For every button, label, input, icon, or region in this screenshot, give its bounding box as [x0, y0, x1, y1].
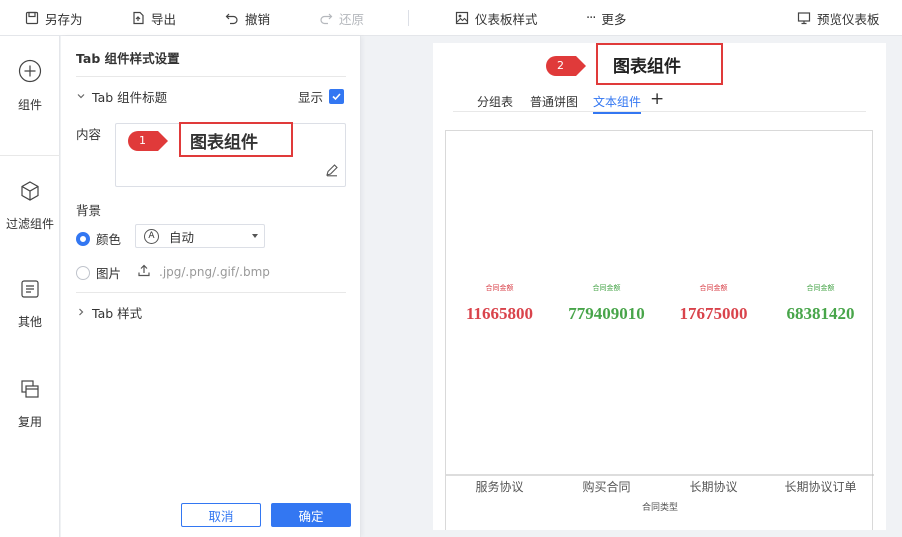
kpi-label: 合同金额 — [486, 283, 514, 292]
image-upload[interactable]: .jpg/.png/.gif/.bmp — [137, 263, 270, 280]
save-as-button[interactable]: 另存为 — [25, 0, 83, 36]
redo-button[interactable]: 还原 — [319, 0, 364, 36]
export-button[interactable]: 导出 — [131, 0, 176, 36]
ok-button[interactable]: 确定 — [271, 503, 351, 527]
image-radio-option[interactable]: 图片 — [76, 263, 121, 282]
more-dots-icon: ··· — [586, 10, 596, 26]
color-select[interactable]: A 自动 — [135, 224, 265, 248]
nav-label: 复用 — [17, 415, 42, 429]
callout-marker-2: 2 — [546, 56, 586, 76]
color-select-value: 自动 — [169, 229, 195, 245]
more-button[interactable]: ··· 更多 — [586, 0, 626, 36]
kpi-value: 68381420 — [787, 304, 855, 323]
nav-item-filter-components[interactable]: 过滤组件 — [0, 156, 60, 256]
section-label: Tab 组件标题 — [92, 90, 168, 105]
nav-item-components[interactable]: 组件 — [0, 36, 60, 136]
chart-area: 合同金额 11665800 服务协议 合同金额 779409010 购买合同 合同金额 176… — [445, 130, 874, 530]
redo-label: 还原 — [339, 11, 365, 27]
tab-title-section-header[interactable]: Tab 组件标题 — [76, 87, 167, 106]
panel-title: Tab 组件样式设置 — [76, 51, 180, 66]
save-icon — [25, 11, 39, 25]
show-label: 显示 — [297, 90, 323, 105]
monitor-icon — [797, 11, 811, 25]
check-icon — [332, 93, 341, 101]
tab-strip: 分组表 普通饼图 文本组件 + — [453, 89, 866, 114]
show-toggle[interactable]: 显示 — [298, 87, 344, 106]
tab-style-section-header[interactable]: Tab 样式 — [76, 303, 142, 322]
kpi-value: 779409010 — [568, 304, 645, 323]
document-icon — [19, 278, 41, 303]
background-label: 背景 — [76, 203, 102, 218]
undo-button[interactable]: 撤销 — [225, 0, 270, 36]
tab-style-settings-panel: Tab 组件样式设置 Tab 组件标题 显示 内容 图表组件 1 背景 颜色 A… — [61, 36, 361, 537]
dashboard-canvas: 图表组件 2 分组表 普通饼图 文本组件 + 合同金额 11665800 服务协议合… — [433, 43, 886, 530]
undo-icon — [225, 11, 239, 25]
divider — [76, 76, 346, 77]
auto-a-icon: A — [144, 228, 159, 244]
export-icon — [131, 11, 145, 25]
divider — [76, 292, 346, 293]
preview-label: 预览仪表板 — [817, 11, 880, 27]
redo-icon — [319, 11, 333, 25]
toolbar-divider — [408, 10, 409, 26]
callout-marker-1: 1 — [128, 131, 168, 151]
dashboard-style-label: 仪表板样式 — [475, 11, 538, 27]
show-checkbox[interactable] — [329, 89, 344, 104]
kpi-label: 合同金额 — [593, 283, 621, 292]
style-icon — [455, 11, 469, 25]
chart-svg: 合同金额 11665800 服务协议 合同金额 779409010 购买合同 合同金额 176… — [446, 283, 874, 513]
radio-selected[interactable] — [76, 231, 90, 246]
cancel-button[interactable]: 取消 — [181, 503, 261, 527]
radio-unselected[interactable] — [76, 265, 90, 280]
plus-circle-icon — [18, 59, 42, 86]
highlight-box-2 — [596, 43, 723, 85]
nav-label: 其他 — [17, 315, 42, 329]
color-option-label: 颜色 — [96, 232, 122, 247]
export-label: 导出 — [151, 11, 177, 27]
dashboard-style-button[interactable]: 仪表板样式 — [455, 0, 538, 36]
kpi-label: 合同金额 — [700, 283, 728, 292]
x-tick-label: 服务协议 — [475, 479, 523, 494]
kpi-label: 合同金额 — [807, 283, 835, 292]
nav-label: 组件 — [17, 98, 42, 112]
chevron-down-icon — [76, 89, 86, 104]
pencil-edit-icon[interactable] — [325, 163, 339, 180]
tab-text-component[interactable]: 文本组件 — [593, 93, 642, 114]
cube-icon — [19, 180, 41, 205]
content-label: 内容 — [76, 127, 102, 142]
more-label: 更多 — [601, 11, 627, 27]
toolbar: 另存为 导出 撤销 还原 仪表板样式 ··· 更多 预览仪表板 — [0, 0, 902, 36]
tab-grouped-table[interactable]: 分组表 — [477, 93, 513, 110]
color-radio-option[interactable]: 颜色 — [76, 229, 121, 248]
nav-item-other[interactable]: 其他 — [0, 254, 60, 354]
undo-label: 撤销 — [245, 11, 271, 27]
x-tick-label: 长期协议 — [689, 479, 737, 494]
nav-item-reuse[interactable]: 复用 — [0, 354, 60, 454]
chevron-right-icon — [76, 305, 86, 320]
x-tick-label: 长期协议订单 — [784, 479, 856, 494]
section-label: Tab 样式 — [92, 306, 143, 321]
left-nav: 组件 过滤组件 其他 复用 — [0, 36, 60, 537]
image-option-label: 图片 — [96, 266, 122, 281]
x-tick-label: 购买合同 — [582, 479, 630, 494]
tab-pie-chart[interactable]: 普通饼图 — [530, 93, 578, 110]
kpi-value: 17675000 — [680, 304, 748, 323]
highlight-box-1 — [179, 122, 293, 157]
save-as-label: 另存为 — [45, 11, 83, 27]
copy-layers-icon — [19, 378, 41, 403]
caret-down-icon — [252, 234, 258, 238]
nav-label: 过滤组件 — [5, 217, 54, 231]
add-tab-plus-icon[interactable]: + — [650, 89, 664, 109]
kpi-value: 11665800 — [466, 304, 533, 323]
preview-dashboard-button[interactable]: 预览仪表板 — [797, 0, 880, 36]
x-axis-title: 合同类型 — [642, 501, 678, 513]
upload-icon — [137, 263, 151, 280]
image-format-hint: .jpg/.png/.gif/.bmp — [159, 264, 270, 279]
